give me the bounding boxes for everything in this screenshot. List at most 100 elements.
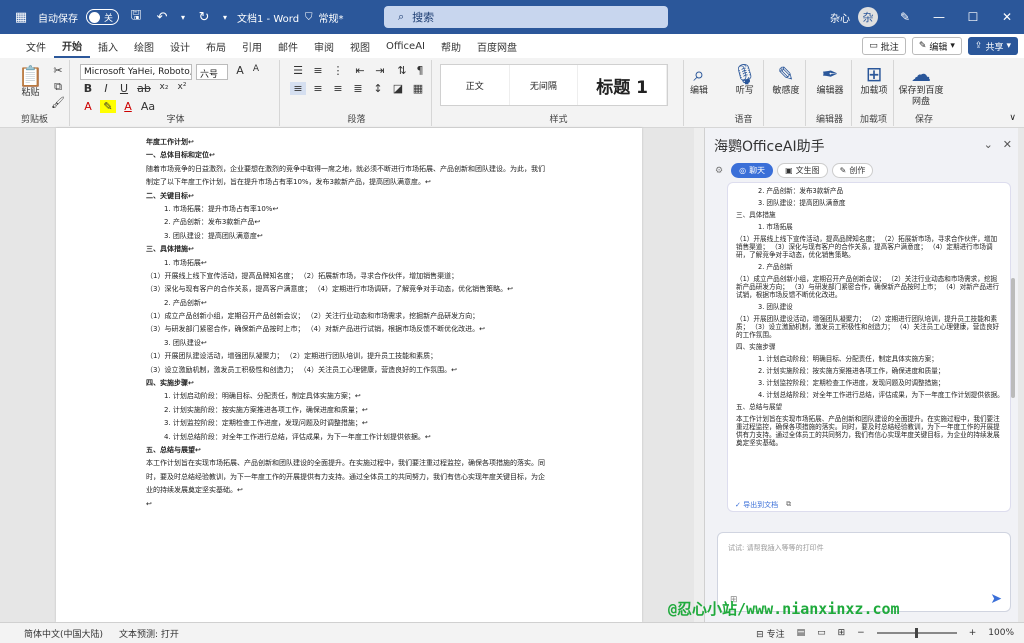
user-name[interactable]: 杂心 [830,10,850,25]
justify-icon[interactable]: ≣ [350,82,366,95]
tab-create[interactable]: ✎ 创作 [831,163,874,178]
document-line[interactable]: 2. 产品创新：发布3款新产品↩ [146,218,642,227]
style-normal[interactable]: 正文 [441,65,510,105]
document-line[interactable]: 三、具体措施↩ [146,245,642,254]
tab-insert[interactable]: 插入 [90,34,126,58]
document-line[interactable]: 4. 计划总结阶段：对全年工作进行总结，评估成果，为下一年度工作计划提供依据。↩ [146,433,642,442]
tab-layout[interactable]: 布局 [198,34,234,58]
multilevel-list-icon[interactable]: ⋮ [330,64,346,77]
cut-icon[interactable]: ✂ [50,64,66,77]
document-line[interactable]: 2. 计划实施阶段：按实施方案推进各项工作，确保进度和质量；↩ [146,406,642,415]
style-heading-1[interactable]: 标题 1 [578,65,667,105]
format-painter-icon[interactable]: 🖌 [50,96,66,109]
save-icon[interactable]: 🖫 [127,6,145,28]
pen-icon[interactable]: ✎ [888,0,922,34]
tab-design[interactable]: 设计 [162,34,198,58]
document-line[interactable]: （3）深化与现有客户的合作关系，提高客户满意度； （4）定期进行市场调研，了解竞… [146,285,642,294]
share-button[interactable]: ⇪ 共享 ▾ [967,37,1018,55]
document-line[interactable]: （1）开展线上线下宣传活动，提高品牌知名度； （2）拓展新市场，寻求合作伙伴，增… [146,272,642,281]
close-icon[interactable]: ✕ [990,0,1024,34]
document-line[interactable]: 3. 团队建设：提高团队满意度↩ [146,232,642,241]
tab-text-to-image[interactable]: ▣ 文生图 [777,163,828,178]
tab-view[interactable]: 视图 [342,34,378,58]
focus-button[interactable]: ⊟ 专注 [756,627,784,640]
underline-icon[interactable]: U [116,82,132,95]
increase-indent-icon[interactable]: ⇥ [372,64,388,77]
addins-button[interactable]: ⊞ 加载项 [860,62,888,97]
document-line[interactable]: 1. 市场拓展↩ [146,259,642,268]
zoom-out-icon[interactable]: − [857,628,865,638]
superscript-icon[interactable]: x² [174,82,190,92]
chevron-down-icon[interactable]: ▾ [179,13,187,22]
font-size-select[interactable]: 六号 [196,64,228,80]
chevron-down-icon[interactable]: ⌄ [984,138,993,151]
paste-button[interactable]: 📋 粘贴 [18,64,43,99]
save-to-netdisk-button[interactable]: ☁ 保存到百度网盘 [898,62,944,108]
sensitivity-button[interactable]: ✎ 敏感度 [772,62,800,97]
document-line[interactable]: 二、关键目标↩ [146,192,642,201]
send-icon[interactable]: ➤ [990,591,1002,607]
autosave-toggle[interactable]: 关 [86,9,120,25]
document-line[interactable]: 3. 团队建设↩ [146,339,642,348]
line-spacing-icon[interactable]: ↕ [370,82,386,95]
tab-baidu-netdisk[interactable]: 百度网盘 [469,34,525,58]
zoom-in-icon[interactable]: + [969,628,977,638]
document-line[interactable]: 年度工作计划↩ [146,138,642,147]
borders-icon[interactable]: ▦ [410,82,426,95]
tab-mailings[interactable]: 邮件 [270,34,306,58]
customize-icon[interactable]: ▾ [221,13,229,22]
language-status[interactable]: 简体中文(中国大陆) [24,627,103,640]
align-center-icon[interactable]: ≡ [310,82,326,95]
bold-icon[interactable]: B [80,82,96,95]
document-line[interactable]: 3. 计划监控阶段：定期检查工作进度，发现问题及时调整措施；↩ [146,419,642,428]
tab-file[interactable]: 文件 [18,34,54,58]
tab-draw[interactable]: 绘图 [126,34,162,58]
tab-officeai[interactable]: OfficeAI [378,34,433,58]
font-name-select[interactable]: Microsoft YaHei, Roboto, S [80,64,192,80]
document-line[interactable]: 制定了以下年度工作计划，旨在提升市场占有率10%，发布3款新产品，提高团队满意度… [146,178,642,187]
document-line[interactable]: 五、总结与展望↩ [146,446,642,455]
document-line[interactable]: 时，要及时总结经验教训，为下一年度工作的开展提供有力支持。通过全体员工的共同努力… [146,473,642,482]
tab-review[interactable]: 审阅 [306,34,342,58]
document-line[interactable]: （1）成立产品创新小组，定期召开产品创新会议； （2）关注行业动态和市场需求，挖… [146,312,642,321]
strikethrough-icon[interactable]: ab [136,82,152,95]
show-marks-icon[interactable]: ¶ [412,64,428,77]
italic-icon[interactable]: I [98,82,114,95]
shading-icon[interactable]: ◪ [390,82,406,95]
read-mode-icon[interactable]: ▤ [797,628,806,638]
dictate-button[interactable]: 🎙 听写 [732,62,757,97]
bullets-icon[interactable]: ☰ [290,64,306,77]
comment-button[interactable]: ▭ 批注 [862,37,906,55]
decrease-indent-icon[interactable]: ⇤ [352,64,368,77]
document-line[interactable]: 四、实施步骤↩ [146,379,642,388]
copy-icon[interactable]: ⧉ [786,500,791,510]
editor-button[interactable]: ✒ 编辑器 [816,62,844,97]
zoom-slider[interactable] [876,628,957,638]
align-right-icon[interactable]: ≡ [330,82,346,95]
tab-home[interactable]: 开始 [54,34,90,58]
editing-mode-button[interactable]: ✎ 编辑 ▾ [911,37,962,55]
avatar[interactable]: 杂 [858,7,878,27]
maximize-icon[interactable]: ☐ [956,0,990,34]
web-layout-icon[interactable]: ⊞ [838,628,846,638]
tab-help[interactable]: 帮助 [433,34,469,58]
search-box[interactable]: ⌕ 搜索 [384,6,668,28]
document-line[interactable]: 业的持续发展奠定坚实基础。↩ [146,486,642,495]
document-line[interactable]: （3）与研发部门紧密合作，确保新产品按时上市； （4）对新产品进行试销，根据市场… [146,325,642,334]
undo-icon[interactable]: ↶ [153,10,171,25]
document-line[interactable]: 1. 计划启动阶段：明确目标、分配责任，制定具体实施方案；↩ [146,392,642,401]
grow-font-icon[interactable]: A [232,64,248,77]
document-line[interactable]: （3）设立激励机制，激发员工积极性和创造力； （4）关注员工心理健康，营造良好的… [146,366,642,375]
settings-icon[interactable]: ⚙ [715,166,723,176]
document-line[interactable]: 本工作计划旨在实现市场拓展、产品创新和团队建设的全面提升。在实施过程中，我们要注… [146,459,642,468]
close-icon[interactable]: ✕ [1003,138,1012,151]
style-no-spacing[interactable]: 无间隔 [510,65,579,105]
panel-scrollbar[interactable] [1011,278,1015,398]
shrink-font-icon[interactable]: A [248,64,264,74]
document-line[interactable]: （1）开展团队建设活动，增强团队凝聚力； （2）定期进行团队培训，提升员工技能和… [146,352,642,361]
document-line[interactable]: 1. 市场拓展：提升市场占有率10%↩ [146,205,642,214]
document-line[interactable]: 2. 产品创新↩ [146,299,642,308]
document-page[interactable]: 年度工作计划↩ 一、总体目标和定位↩ 随着市场竞争的日益激烈，企业要想在激烈的竞争中… [56,128,642,622]
numbering-icon[interactable]: ≡ [310,64,326,77]
text-prediction-status[interactable]: 文本预测: 打开 [119,627,179,640]
